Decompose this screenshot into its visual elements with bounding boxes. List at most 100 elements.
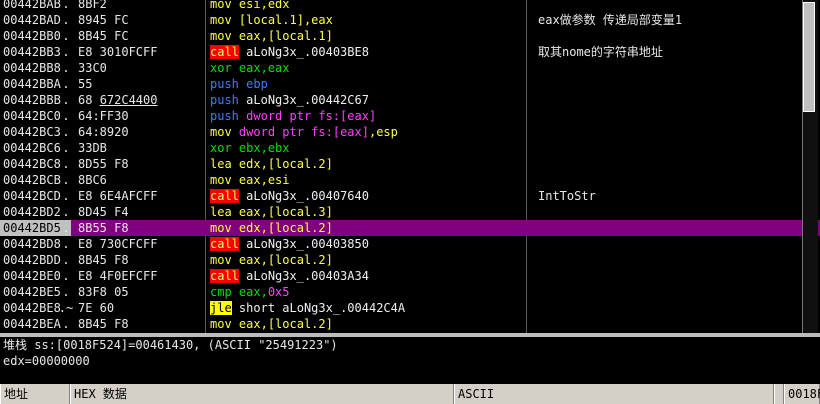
instruction-row[interactable]: 00442BB8. 33C0 xor eax,eax xyxy=(0,60,820,76)
operand: eax,[local.1] xyxy=(238,29,333,43)
hex-bytes-cell: 68 672C4400 xyxy=(78,93,158,107)
mnemonic: mov xyxy=(210,29,232,43)
instruction-row[interactable]: 00442BC3. 64:8920 mov dword ptr fs:[eax],e… xyxy=(0,124,820,140)
jump-marker: . xyxy=(62,61,70,75)
instruction-row[interactable]: 00442BE0. E8 4F0EFCFF call aLoNg3x_.00403A… xyxy=(0,268,820,284)
comment-cell: IntToStr xyxy=(538,189,596,203)
instruction-cell: mov dword ptr fs:[eax],esp xyxy=(210,124,526,140)
dump-ascii-column[interactable]: ASCII xyxy=(454,384,774,404)
operand: eax, xyxy=(238,285,268,299)
comment-cell xyxy=(538,0,820,12)
comment-cell xyxy=(538,284,820,300)
instruction-row[interactable]: 00442BCD. E8 6E4AFCFF call aLoNg3x_.004076… xyxy=(0,188,820,204)
instruction-cell: mov eax,[local.2] xyxy=(210,316,526,332)
instruction-cell: mov edx,[local.2] xyxy=(210,220,526,236)
jump-marker: . xyxy=(62,221,70,235)
jump-marker: . xyxy=(62,317,70,331)
instruction-cell: call aLoNg3x_.00407640 xyxy=(210,188,526,204)
operand: eax,[local.2] xyxy=(238,317,333,331)
hex-bytes-cell: 7E 60 xyxy=(78,301,115,315)
instruction-row[interactable]: 00442BEA. 8B45 F8 mov eax,[local.2] xyxy=(0,316,820,332)
instruction-row[interactable]: 00442BDD. 8B45 F8 mov eax,[local.2] xyxy=(0,252,820,268)
jump-marker: . xyxy=(62,285,70,299)
comment-cell xyxy=(538,140,820,156)
operand: eax,eax xyxy=(238,61,290,75)
comment-cell xyxy=(538,268,820,284)
instruction-cell: jle short aLoNg3x_.00442C4A xyxy=(210,300,526,316)
jump-marker: . xyxy=(62,93,70,107)
mnemonic: push xyxy=(210,77,239,91)
relocated-bytes: 672C4400 xyxy=(99,93,158,107)
instruction-cell: xor ebx,ebx xyxy=(210,140,526,156)
operand: [local.1],eax xyxy=(238,13,333,27)
jump-marker: . xyxy=(62,77,70,91)
jump-marker: . xyxy=(62,141,70,155)
instruction-row[interactable]: 00442BC8. 8D55 F8 lea edx,[local.2] xyxy=(0,156,820,172)
instruction-row-selected[interactable]: 00442BD5. 8B55 F8 mov edx,[local.2] xyxy=(0,220,820,236)
operand: 0x5 xyxy=(267,285,290,299)
instruction-row[interactable]: 00442BBA. 55 push ebp xyxy=(0,76,820,92)
mnemonic: call xyxy=(210,45,239,59)
instruction-row[interactable]: 00442BC0. 64:FF30 push dword ptr fs:[eax] xyxy=(0,108,820,124)
hex-bytes-cell: 8B45 F8 xyxy=(78,253,129,267)
hex-bytes-cell: 33DB xyxy=(78,141,107,155)
operand: eax,esi xyxy=(238,173,290,187)
hex-bytes-cell: 64:FF30 xyxy=(78,109,129,123)
instruction-row[interactable]: 00442BB3. E8 3010FCFF call aLoNg3x_.00403B… xyxy=(0,44,820,60)
mnemonic: push xyxy=(210,93,239,107)
operand: dword ptr fs:[eax] xyxy=(238,125,369,139)
mnemonic: push xyxy=(210,109,239,123)
instruction-cell: mov esi,edx xyxy=(210,0,526,12)
instruction-list: 00442BAB. 8BF2 mov esi,edx 00442BAD. 8945 FC… xyxy=(0,0,820,332)
instruction-cell: push dword ptr fs:[eax] xyxy=(210,108,526,124)
mnemonic: jle xyxy=(210,301,232,315)
operand: edx,[local.2] xyxy=(238,221,333,235)
operand: ,esp xyxy=(368,125,398,139)
instruction-row[interactable]: 00442BB0. 8B45 FC mov eax,[local.1] xyxy=(0,28,820,44)
operand: ebp xyxy=(246,77,268,91)
mnemonic: lea xyxy=(210,157,232,171)
comment-cell xyxy=(538,28,820,44)
jump-marker: . xyxy=(62,253,70,267)
mnemonic: lea xyxy=(210,205,232,219)
instruction-cell: push aLoNg3x_.00442C67 xyxy=(210,92,526,108)
instruction-cell: mov eax,esi xyxy=(210,172,526,188)
mnemonic: mov xyxy=(210,0,232,11)
instruction-row[interactable]: 00442BBB. 68 672C4400 push aLoNg3x_.00442C… xyxy=(0,92,820,108)
hex-bytes-cell: E8 6E4AFCFF xyxy=(78,189,158,203)
instruction-row[interactable]: 00442BAB. 8BF2 mov esi,edx xyxy=(0,0,820,12)
info-stack-line: 堆栈 ss:[0018F524]=00461430, (ASCII "25491… xyxy=(3,338,338,352)
jump-marker: . xyxy=(62,205,70,219)
mnemonic: mov xyxy=(210,253,232,267)
instruction-row[interactable]: 00442BE8 .~ 7E 60 jle short aLoNg3x_.00442C… xyxy=(0,300,820,316)
hex-bytes-cell: E8 730CFCFF xyxy=(78,237,158,251)
mnemonic: mov xyxy=(210,317,232,331)
comment-cell xyxy=(538,236,820,252)
hex-bytes-cell: 8945 FC xyxy=(78,13,129,27)
instruction-row[interactable]: 00442BD2. 8D45 F4 lea eax,[local.3] xyxy=(0,204,820,220)
hex-bytes-cell: 8BF2 xyxy=(78,0,107,11)
scrollbar-thumb[interactable] xyxy=(803,2,815,112)
comment-cell xyxy=(538,124,820,140)
hex-bytes-cell: E8 4F0EFCFF xyxy=(78,269,158,283)
disassembly-pane[interactable]: 00442BAB. 8BF2 mov esi,edx 00442BAD. 8945 FC… xyxy=(0,0,820,333)
hex-bytes-cell: 64:8920 xyxy=(78,125,129,139)
comment-cell xyxy=(538,92,820,108)
comment-cell xyxy=(538,300,820,316)
stack-address-column[interactable]: 0018F xyxy=(784,384,820,404)
operand: edx,[local.2] xyxy=(238,157,333,171)
instruction-row[interactable]: 00442BAD. 8945 FC mov [local.1],eax eax做参数 … xyxy=(0,12,820,28)
comment-cell xyxy=(538,76,820,92)
instruction-cell: call aLoNg3x_.00403BE8 xyxy=(210,44,526,60)
instruction-row[interactable]: 00442BC6. 33DB xor ebx,ebx xyxy=(0,140,820,156)
instruction-row[interactable]: 00442BD8. E8 730CFCFF call aLoNg3x_.004038… xyxy=(0,236,820,252)
instruction-row[interactable]: 00442BCB. 8BC6 mov eax,esi xyxy=(0,172,820,188)
comment-cell xyxy=(538,252,820,268)
comment-cell xyxy=(538,220,820,236)
dump-address-column[interactable]: 地址 xyxy=(0,384,70,404)
hex-bytes-cell: 8B55 F8 xyxy=(78,221,129,235)
hex-bytes-cell: E8 3010FCFF xyxy=(78,45,158,59)
dump-hex-column[interactable]: HEX 数据 xyxy=(70,384,454,404)
instruction-row[interactable]: 00442BE5. 83F8 05 cmp eax,0x5 xyxy=(0,284,820,300)
operand: aLoNg3x_.00403A34 xyxy=(246,269,369,283)
